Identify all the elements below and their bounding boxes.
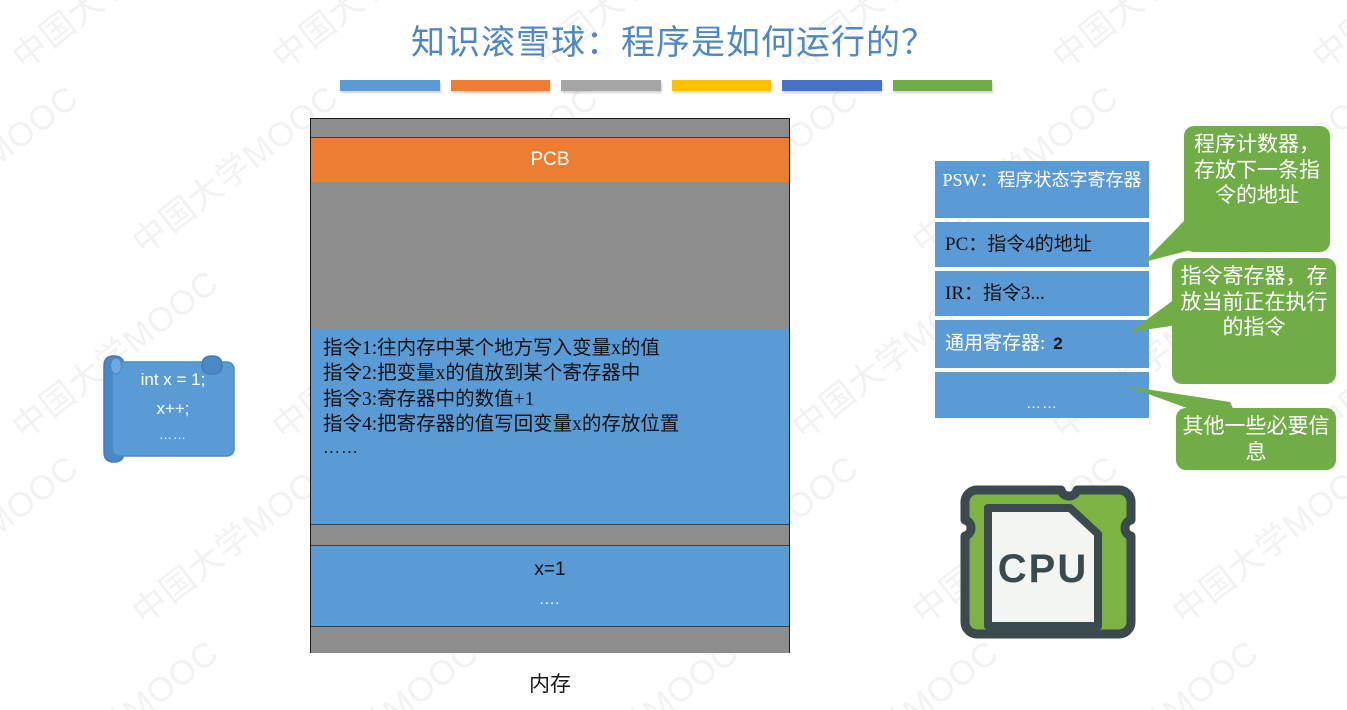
register-ir: IR：指令3... (935, 271, 1149, 316)
register-panel: PSW：程序状态字寄存器 PC：指令4的地址 IR：指令3... 通用寄存器: 2… (935, 161, 1149, 422)
accent-bar-yellow (671, 80, 771, 91)
register-gp-label: 通用寄存器: (945, 333, 1046, 354)
ir-callout: 指令寄存器，存放当前正在执行的指令 (1172, 258, 1336, 384)
instruction-line: 指令2:把变量x的值放到某个寄存器中 (323, 363, 641, 385)
accent-bar-dark-blue (782, 80, 882, 91)
accent-bar-gray (561, 80, 661, 91)
register-psw: PSW：程序状态字寄存器 (935, 161, 1149, 218)
memory-band-instructions: 指令1:往内存中某个地方写入变量x的值 指令2:把变量x的值放到某个寄存器中 指… (311, 329, 789, 524)
misc-callout: 其他一些必要信息 (1176, 408, 1336, 470)
code-scroll-graphic: int x = 1; x++; …… (96, 352, 236, 470)
memory-data-ellipsis: .... (539, 591, 561, 608)
memory-data-value: x=1 (534, 559, 566, 580)
memory-band-data: x=1 .... (311, 546, 789, 626)
memory-band-pcb: PCB (311, 138, 789, 182)
register-general-purpose: 通用寄存器: 2 (935, 320, 1149, 368)
register-gp-value: 2 (1053, 334, 1063, 353)
memory-band-gray-lower (311, 524, 789, 546)
cpu-chip-graphic: CPU (960, 485, 1136, 639)
accent-bar-blue (340, 80, 440, 91)
instruction-line: 指令3:寄存器中的数值+1 (323, 388, 535, 410)
instruction-line: 指令1:往内存中某个地方写入变量x的值 (323, 338, 660, 359)
watermark-text: 中国大学MOOC (0, 626, 227, 710)
title-block: 知识滚雪球：程序是如何运行的？ (0, 24, 1347, 65)
instruction-list: 指令1:往内存中某个地方写入变量x的值 指令2:把变量x的值放到某个寄存器中 指… (311, 329, 789, 459)
pcb-label: PCB (530, 149, 570, 170)
accent-bar-green (892, 80, 992, 91)
register-misc: …… (935, 372, 1149, 418)
cpu-icon: CPU (955, 478, 1141, 656)
accent-bar-group (340, 80, 992, 92)
watermark-text: 中国大学MOOC (1165, 448, 1347, 633)
accent-bar-orange (450, 80, 550, 91)
watermark-text: 中国大学MOOC (0, 78, 86, 263)
register-pc: PC：指令4的地址 (935, 222, 1149, 267)
memory-band-bottom-gray (311, 626, 789, 653)
memory-band-top-gray (311, 119, 789, 138)
cpu-label: CPU (998, 547, 1088, 591)
instruction-ellipsis: …… (323, 438, 359, 458)
memory-band-gray-middle (311, 182, 789, 329)
instruction-line: 指令4:把寄存器的值写回变量x的存放位置 (323, 414, 680, 436)
page-title: 知识滚雪球：程序是如何运行的？ (411, 25, 936, 62)
watermark-text: 中国大学MOOC (1300, 626, 1347, 710)
pc-callout: 程序计数器，存放下一条指令的地址 (1184, 126, 1330, 252)
watermark-text: 中国大学MOOC (0, 448, 86, 633)
code-scroll-shape (103, 355, 235, 463)
memory-block: PCB 指令1:往内存中某个地方写入变量x的值 指令2:把变量x的值放到某个寄存… (310, 118, 790, 653)
memory-caption: 内存 (529, 672, 571, 696)
